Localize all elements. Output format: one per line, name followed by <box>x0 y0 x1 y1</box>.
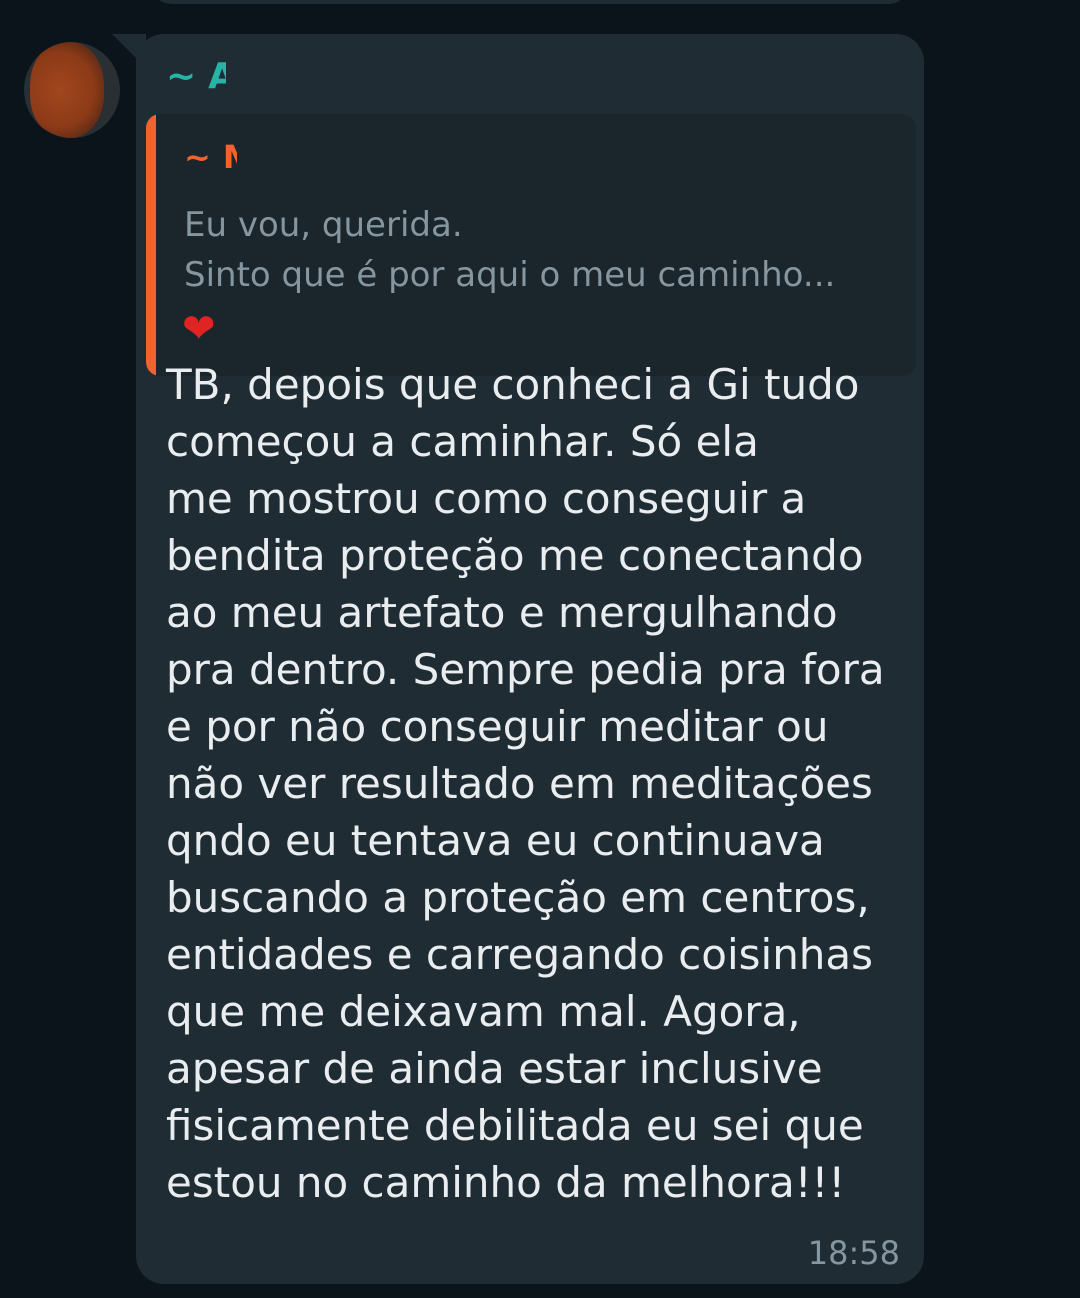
quote-accent-bar <box>146 114 156 376</box>
avatar-image <box>30 42 104 138</box>
message-timestamp: 18:58 <box>807 1234 900 1272</box>
message-text: TB, depois que conheci a Gi tudo começou… <box>166 360 885 1207</box>
previous-message-bubble[interactable] <box>150 0 910 4</box>
quoted-author-tilde: ~ <box>184 138 211 176</box>
quoted-text: Eu vou, querida. Sinto que é por aqui o … <box>184 205 836 295</box>
quoted-author: ~ M <box>184 138 237 176</box>
sender-tilde: ~ <box>166 55 199 97</box>
chat-area[interactable]: ~ A ~ M Eu vou, querida. Sinto que é por… <box>0 0 1080 1298</box>
sender-initial: A <box>208 55 227 97</box>
quoted-message[interactable]: ~ M Eu vou, querida. Sinto que é por aqu… <box>146 114 916 376</box>
sender-name[interactable]: ~ A <box>166 54 226 98</box>
heart-emoji: ❤ <box>182 306 216 352</box>
quoted-author-initial: M <box>223 138 237 176</box>
message-bubble[interactable]: ~ A ~ M Eu vou, querida. Sinto que é por… <box>136 34 924 1284</box>
avatar[interactable] <box>24 42 120 138</box>
